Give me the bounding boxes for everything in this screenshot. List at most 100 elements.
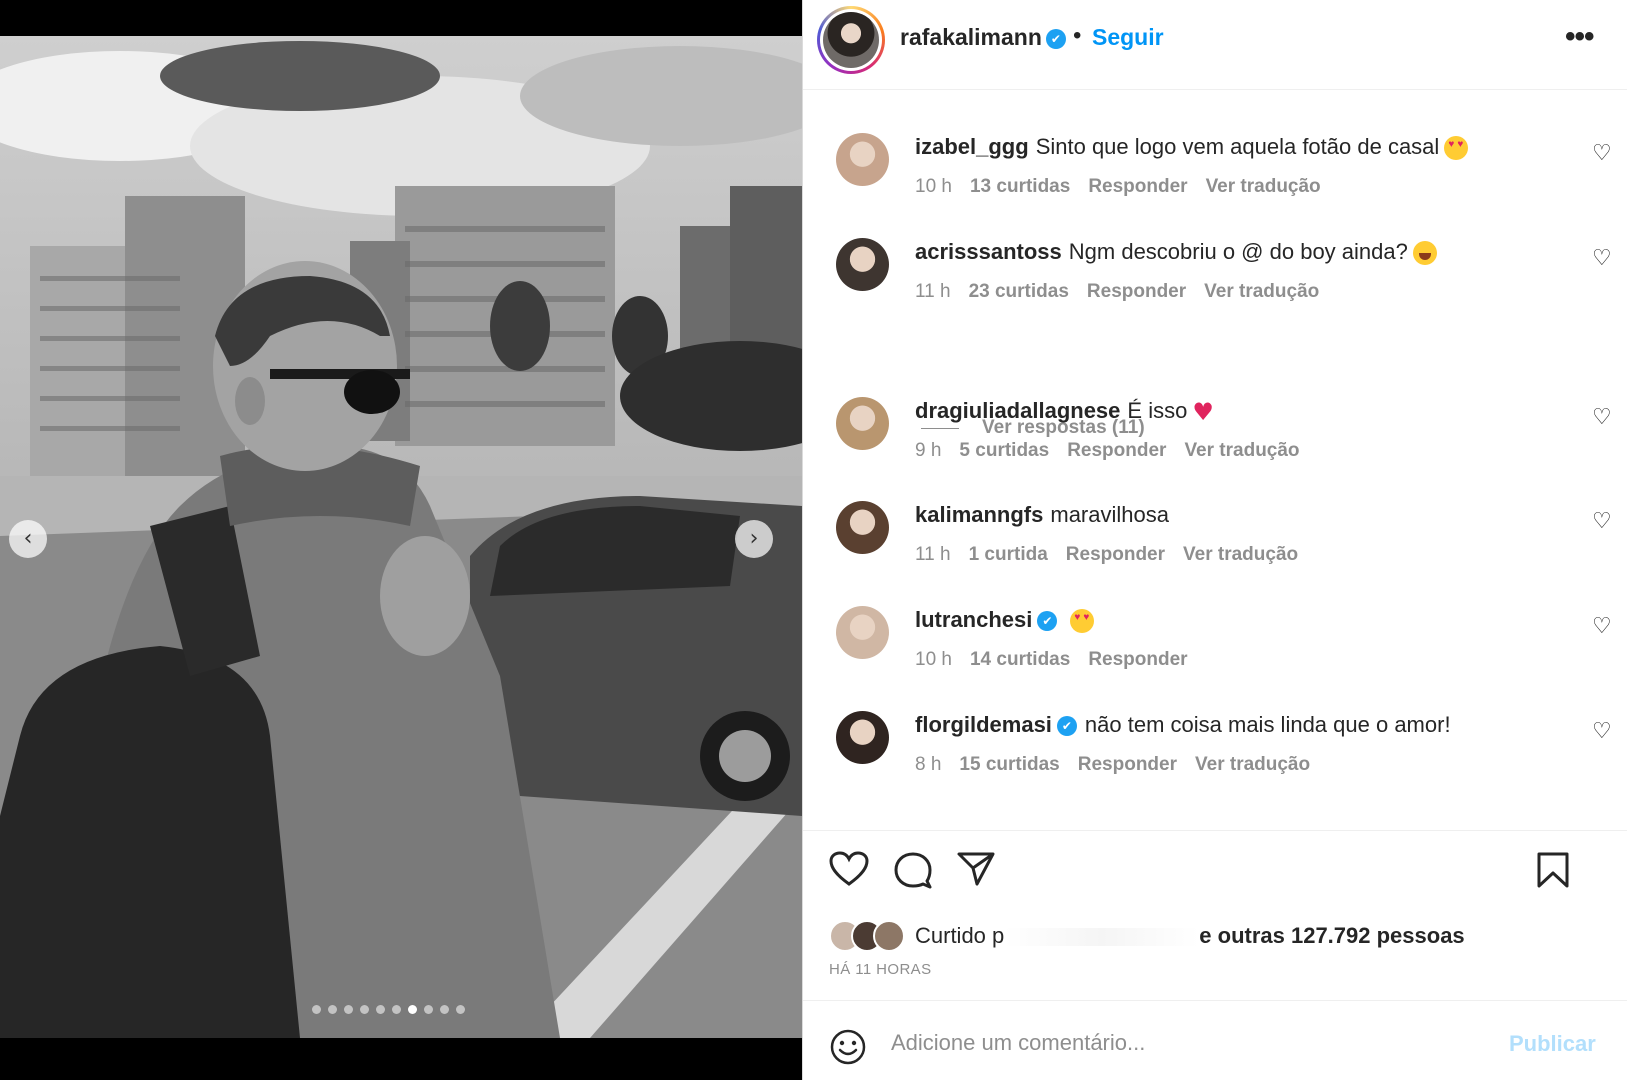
carousel-next-button[interactable]: ›	[735, 520, 773, 558]
likes-summary: Curtido p e outras 127.792 pessoas	[803, 920, 1627, 956]
comment-item: florgildemasi ✔ não tem coisa mais linda q…	[803, 683, 1627, 783]
comment-like-heart-icon[interactable]: ♡	[1592, 509, 1612, 534]
replies-divider	[921, 428, 959, 429]
liked-by-text[interactable]: Curtido p e outras 127.792 pessoas	[915, 923, 1465, 949]
view-replies-link[interactable]: Ver respostas (11)	[982, 417, 1145, 439]
publish-button[interactable]: Publicar	[1509, 1031, 1596, 1057]
carousel-dot	[312, 1005, 321, 1014]
face-with-tears-of-joy-emoji-icon	[1412, 241, 1437, 266]
commenter-avatar[interactable]	[836, 238, 889, 291]
carousel-dot	[376, 1005, 385, 1014]
view-replies[interactable]: Ver respostas (11)	[803, 414, 1627, 444]
see-translation-button[interactable]: Ver tradução	[1204, 281, 1319, 302]
comment-meta: 10 h 14 curtidas Responder	[915, 649, 1206, 671]
post-timestamp: HÁ 11 HORAS	[829, 961, 932, 978]
share-icon[interactable]	[956, 851, 996, 887]
carousel-dot	[392, 1005, 401, 1014]
commenter-username[interactable]: florgildemasi	[915, 712, 1052, 737]
reply-button[interactable]: Responder	[1087, 281, 1186, 302]
add-comment-bar: Publicar	[803, 1000, 1627, 1080]
comment-item: acrisssantoss Ngm descobriu o @ do boy ai…	[803, 210, 1627, 310]
comment-likes-count[interactable]: 23 curtidas	[969, 281, 1069, 302]
carousel-prev-button[interactable]: ‹	[9, 520, 47, 558]
follow-button[interactable]: Seguir	[1092, 24, 1164, 51]
comment-like-heart-icon[interactable]: ♡	[1592, 246, 1612, 271]
comment-like-heart-icon[interactable]: ♡	[1592, 141, 1612, 166]
commenter-avatar[interactable]	[836, 606, 889, 659]
header-separator: •	[1073, 22, 1082, 49]
media-pane: ‹ ›	[0, 0, 802, 1080]
carousel-dot	[424, 1005, 433, 1014]
carousel-dot	[408, 1005, 417, 1014]
commenter-username[interactable]: acrisssantoss	[915, 239, 1062, 264]
chevron-right-icon: ›	[749, 526, 759, 551]
comment-body: Sinto que logo vem aquela fotão de casal	[1035, 134, 1440, 159]
commenter-username[interactable]: izabel_ggg	[915, 134, 1029, 159]
comment-likes-count[interactable]: 13 curtidas	[970, 176, 1070, 197]
comment-icon[interactable]	[893, 851, 933, 889]
post-info-pane: rafakalimann ✔ • Seguir ••• izabel_ggg Sin…	[802, 0, 1627, 1080]
comment-item: izabel_ggg Sinto que logo vem aquela fotã…	[803, 105, 1627, 205]
verified-badge-icon: ✔	[1056, 716, 1077, 737]
author-username-text[interactable]: rafakalimann	[900, 24, 1042, 50]
comment-meta: 11 h 23 curtidas Responder Ver tradução	[915, 281, 1337, 303]
commenter-avatar[interactable]	[836, 501, 889, 554]
post-header: rafakalimann ✔ • Seguir •••	[803, 0, 1627, 90]
reply-button[interactable]: Responder	[1078, 754, 1177, 775]
chevron-left-icon: ‹	[23, 526, 33, 551]
carousel-dot	[440, 1005, 449, 1014]
comment-body: Ngm descobriu o @ do boy ainda?	[1068, 239, 1408, 264]
comment-time: 11 h	[915, 544, 951, 565]
comment-text: acrisssantoss Ngm descobriu o @ do boy ai…	[915, 239, 1437, 266]
verified-badge-icon: ✔	[1045, 28, 1066, 49]
comment-text: lutranchesi ✔	[915, 607, 1095, 634]
bookmark-icon[interactable]	[1536, 851, 1570, 889]
instagram-post-modal: ‹ › rafakalimann ✔ • Seguir ••• izabel_gg…	[0, 0, 1627, 1080]
comment-time: 11 h	[915, 281, 951, 302]
comment-time: 8 h	[915, 754, 942, 775]
carousel-dot	[344, 1005, 353, 1014]
liked-by-count[interactable]: e outras 127.792 pessoas	[1199, 923, 1464, 948]
author-avatar[interactable]	[817, 6, 885, 74]
carousel-dot	[328, 1005, 337, 1014]
comment-likes-count[interactable]: 14 curtidas	[970, 649, 1070, 670]
see-translation-button[interactable]: Ver tradução	[1183, 544, 1298, 565]
smiling-face-with-heart-eyes-emoji-icon	[1070, 609, 1095, 634]
see-translation-button[interactable]: Ver tradução	[1206, 176, 1321, 197]
carousel-dot	[456, 1005, 465, 1014]
comment-body: não tem coisa mais linda que o amor!	[1084, 712, 1451, 737]
comment-time: 10 h	[915, 649, 952, 670]
comment-time: 10 h	[915, 176, 952, 197]
verified-badge-icon: ✔	[1037, 611, 1058, 632]
commenter-avatar[interactable]	[836, 133, 889, 186]
more-options-icon[interactable]: •••	[1565, 20, 1594, 54]
reply-button[interactable]: Responder	[1088, 176, 1187, 197]
comment-meta: 10 h 13 curtidas Responder Ver tradução	[915, 176, 1339, 198]
liked-by-avatars[interactable]	[829, 920, 911, 952]
action-bar	[803, 830, 1627, 890]
heart-icon[interactable]	[829, 851, 869, 887]
post-photo-graphic	[0, 36, 802, 1038]
commenter-avatar[interactable]	[836, 711, 889, 764]
comments-list: izabel_ggg Sinto que logo vem aquela fotã…	[803, 90, 1627, 830]
emoji-smiley-icon[interactable]	[829, 1028, 867, 1066]
author-username[interactable]: rafakalimann ✔	[900, 24, 1066, 51]
comment-like-heart-icon[interactable]: ♡	[1592, 719, 1612, 744]
liker-avatar	[873, 920, 905, 952]
commenter-username[interactable]: lutranchesi	[915, 607, 1032, 632]
reply-button[interactable]: Responder	[1088, 649, 1187, 670]
comment-like-heart-icon[interactable]: ♡	[1592, 614, 1612, 639]
comment-body: maravilhosa	[1050, 502, 1169, 527]
comment-likes-count[interactable]: 1 curtida	[969, 544, 1048, 565]
comment-text: kalimanngfs maravilhosa	[915, 502, 1169, 528]
comment-input[interactable]	[891, 1023, 1471, 1063]
post-photo[interactable]	[0, 36, 802, 1038]
comment-meta: 8 h 15 curtidas Responder Ver tradução	[915, 754, 1328, 776]
comment-item: lutranchesi✔ 10 h 14 curtidas Responder ♡	[803, 578, 1627, 678]
see-translation-button[interactable]: Ver tradução	[1195, 754, 1310, 775]
commenter-username[interactable]: kalimanngfs	[915, 502, 1043, 527]
comment-likes-count[interactable]: 15 curtidas	[959, 754, 1059, 775]
liked-by-prefix: Curtido p	[915, 923, 1005, 948]
reply-button[interactable]: Responder	[1066, 544, 1165, 565]
smiling-face-with-heart-eyes-emoji-icon	[1444, 136, 1469, 161]
